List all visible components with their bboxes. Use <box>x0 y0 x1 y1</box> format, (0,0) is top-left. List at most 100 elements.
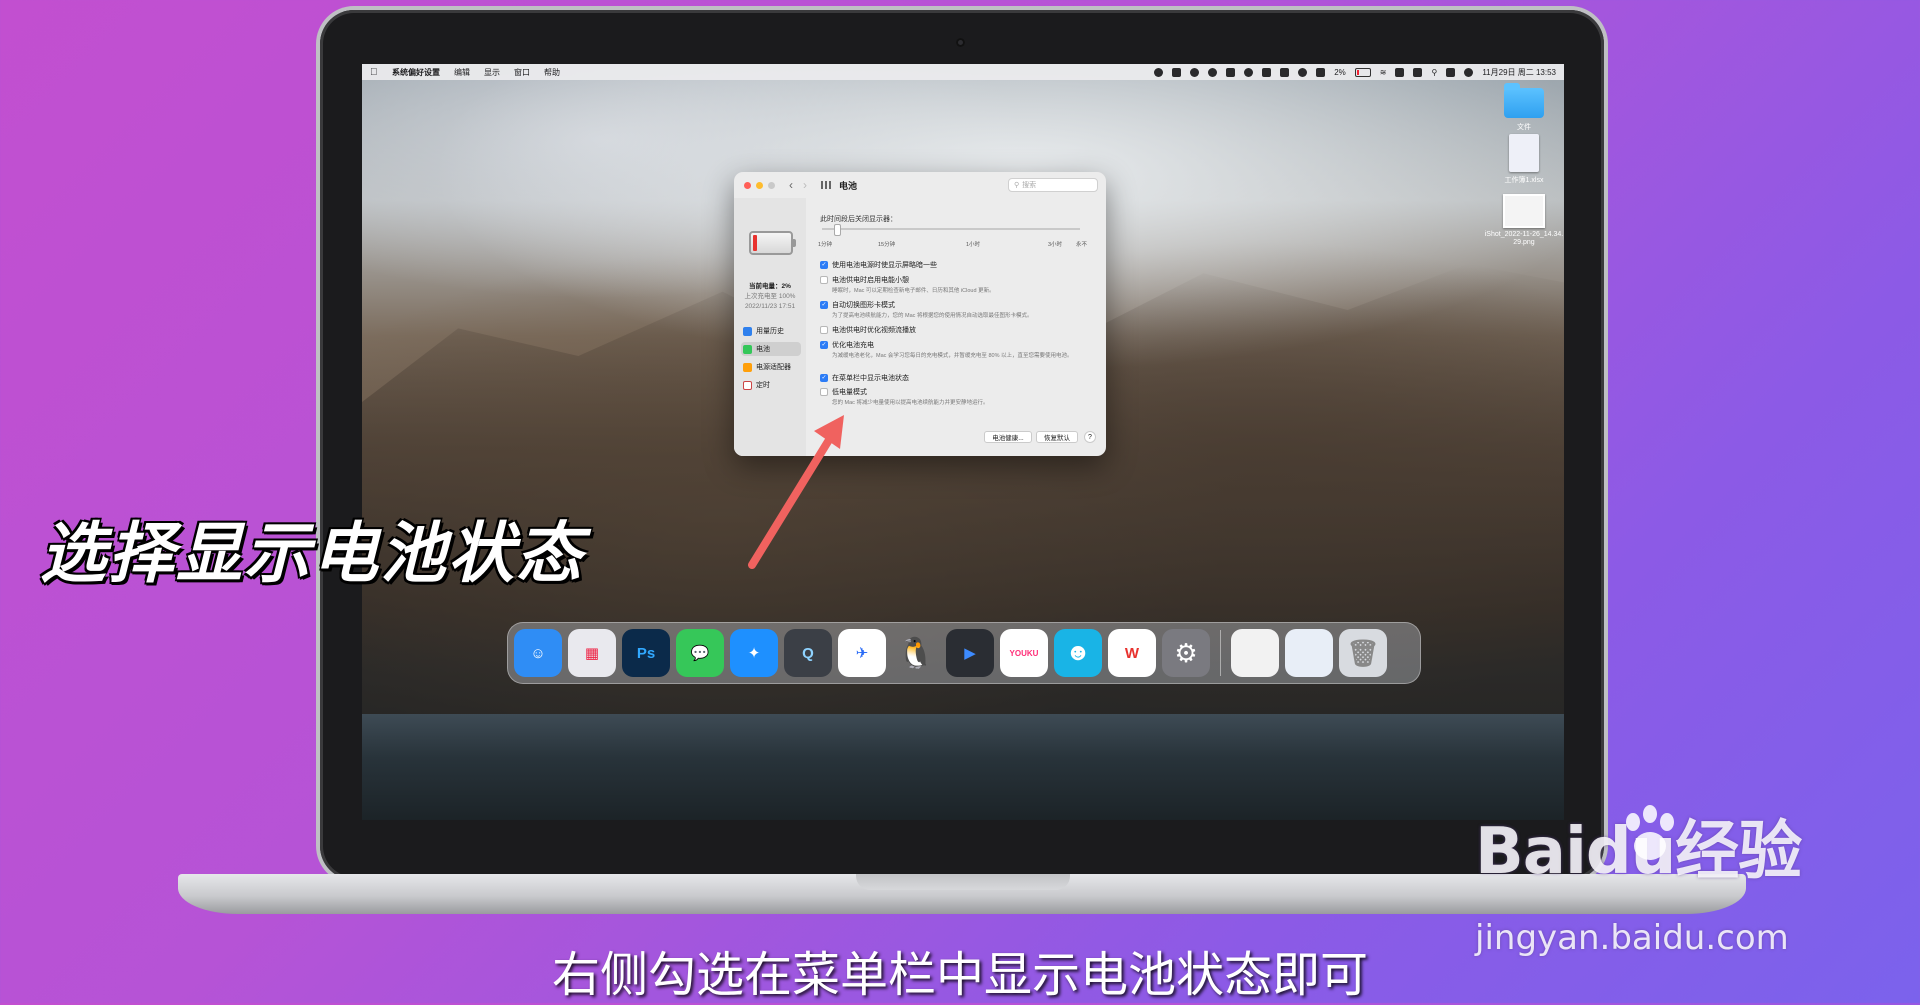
option-optimized-charging[interactable]: ✓ 优化电池充电 为减缓电池老化，Mac 会学习您每日的充电模式，并暂缓充电至 8… <box>820 340 1092 360</box>
arrow-shaft <box>748 431 836 569</box>
status-area: 2% ≋ ⚲ 11月29日 周二 13:53 <box>1154 67 1556 78</box>
search-icon[interactable]: ⚲ <box>1431 68 1437 77</box>
menu-window[interactable]: 窗口 <box>514 67 530 78</box>
control-center-icon[interactable] <box>1446 67 1456 77</box>
battery-health-button[interactable]: 电池健康... <box>984 431 1032 443</box>
wechat-icon[interactable] <box>1172 67 1182 77</box>
vpn-icon[interactable] <box>1244 67 1254 77</box>
wifi-icon[interactable]: ≋ <box>1380 68 1387 77</box>
back-arrow-icon[interactable]: ‹ <box>789 178 793 192</box>
notice-icon[interactable] <box>1262 67 1272 77</box>
user-icon[interactable] <box>1298 67 1308 77</box>
desktop-icon-label: iShot_2022-11-26_14.34.29.png <box>1484 231 1564 246</box>
desktop-icon-folder[interactable]: 文件 <box>1494 78 1554 132</box>
desktop-icon-label: 文件 <box>1517 124 1531 131</box>
dock-system-preferences[interactable]: ⚙ <box>1162 629 1210 677</box>
option-video-streaming[interactable]: 电池供电时优化视频流播放 <box>820 325 1092 335</box>
screenshot-icon[interactable] <box>1190 67 1200 77</box>
bolt-icon[interactable] <box>1280 67 1290 77</box>
record-icon[interactable] <box>1154 67 1164 77</box>
checkbox[interactable]: ✓ <box>820 341 828 350</box>
option-description: 您的 Mac 将减少电量使用以提高电池续航能力并更安静地运行。 <box>832 400 989 406</box>
checkbox[interactable] <box>820 388 828 397</box>
search-field[interactable]: ⚲ 搜索 <box>1008 178 1098 192</box>
option-dim-display[interactable]: ✓ 使用电池电源时使显示屏略暗一些 <box>820 260 1092 270</box>
chart-icon <box>743 326 752 336</box>
sidebar-item-battery[interactable]: 电池 <box>741 342 801 356</box>
help-button[interactable]: ? <box>1084 431 1096 443</box>
youku-icon: YOUKU <box>1009 648 1039 658</box>
menu-clock[interactable]: 11月29日 周二 13:53 <box>1482 67 1556 78</box>
cloud-icon[interactable] <box>1226 67 1236 77</box>
menu-bar:  系统偏好设置 编辑 显示 窗口 帮助 2% ≋ ⚲ 11月29日 周二 13… <box>362 64 1564 80</box>
dock-youku[interactable]: YOUKU <box>1000 629 1048 677</box>
desktop-icon-png[interactable]: iShot_2022-11-26_14.34.29.png <box>1484 194 1564 247</box>
user-switch-icon[interactable] <box>1395 67 1405 77</box>
bolt-icon <box>743 362 752 372</box>
dock-safari[interactable]: ✦ <box>730 629 778 677</box>
battery-percent[interactable]: 2% <box>1334 68 1346 77</box>
menu-edit[interactable]: 编辑 <box>454 67 470 78</box>
sidebar-item-schedule[interactable]: 定时 <box>741 378 801 392</box>
show-all-grid-icon[interactable] <box>821 181 831 189</box>
input-method-icon[interactable] <box>1413 67 1423 77</box>
play-icon: ▶ <box>964 645 976 662</box>
restore-defaults-button[interactable]: 恢复默认 <box>1036 431 1078 443</box>
siri-icon[interactable] <box>1464 67 1474 77</box>
checkbox[interactable] <box>820 326 828 335</box>
dock-recent-window-1[interactable] <box>1231 629 1279 677</box>
option-label: 低电量模式 <box>832 389 867 396</box>
display-off-slider-track[interactable] <box>822 228 1080 230</box>
dock-mascot-app[interactable]: ☻ <box>1054 629 1102 677</box>
menu-view[interactable]: 显示 <box>484 67 500 78</box>
forward-arrow-icon[interactable]: › <box>803 178 807 192</box>
launchpad-icon: ▦ <box>584 645 600 662</box>
option-power-nap[interactable]: 电池供电时启用电能小憩 睡眠时，Mac 可以定期检查新电子邮件、日历和其他 iC… <box>820 275 1092 295</box>
display-off-slider-knob[interactable] <box>834 224 841 236</box>
checkbox[interactable] <box>820 276 828 285</box>
dock-trash[interactable]: 🗑 <box>1339 629 1387 677</box>
mic-icon[interactable] <box>1208 67 1218 77</box>
dock-launchpad[interactable]: ▦ <box>568 629 616 677</box>
option-label: 使用电池电源时使显示屏略暗一些 <box>832 262 937 269</box>
desktop-icon-xlsx[interactable]: 工作簿1.xlsx <box>1484 134 1564 185</box>
checkbox[interactable]: ✓ <box>820 261 828 270</box>
checkbox[interactable]: ✓ <box>820 301 828 310</box>
last-charge: 上次充电至 100% <box>744 293 796 300</box>
option-graphics-switching[interactable]: ✓ 自动切换图形卡模式 为了提高电池续航能力，您的 Mac 将根据您的使用情况自动… <box>820 300 1092 320</box>
baidu-watermark: Baidu经验 jingyan.baidu.com <box>1475 800 1802 958</box>
safari-icon: ✦ <box>747 645 761 662</box>
option-label: 自动切换图形卡模式 <box>832 302 895 309</box>
dock-wps[interactable]: W <box>1108 629 1156 677</box>
qq-penguin-icon: 🐧 <box>897 636 935 670</box>
option-description: 为减缓电池老化，Mac 会学习您每日的充电模式，并暂缓充电至 80% 以上，直至… <box>832 353 1073 359</box>
bluetooth-icon[interactable] <box>1316 67 1326 77</box>
slider-tick: 1分钟 <box>818 242 833 248</box>
menu-help[interactable]: 帮助 <box>544 67 560 78</box>
document-icon <box>1509 134 1539 172</box>
overlay-title: 选择显示电池状态 <box>40 515 584 592</box>
minimize-button[interactable] <box>756 181 763 189</box>
desktop-icon-label: 工作簿1.xlsx <box>1504 177 1544 184</box>
calendar-icon <box>743 380 752 390</box>
close-button[interactable] <box>744 181 751 189</box>
sidebar-item-usage-history[interactable]: 用量历史 <box>741 324 801 338</box>
checkbox[interactable]: ✓ <box>820 374 828 383</box>
dock-messages[interactable]: 💬 <box>676 629 724 677</box>
option-show-battery-in-menubar[interactable]: ✓ 在菜单栏中显示电池状态 <box>820 373 1092 383</box>
slider-tick: 永不 <box>1076 242 1088 248</box>
zoom-button[interactable] <box>768 181 775 189</box>
dock-quicktime[interactable]: Q <box>784 629 832 677</box>
dock-finder[interactable]: ☺ <box>514 629 562 677</box>
sidebar-item-power-adapter[interactable]: 电源适配器 <box>741 360 801 374</box>
battery-icon[interactable] <box>1354 67 1371 77</box>
apple-menu-icon[interactable]:  <box>370 67 380 78</box>
dock-video-player[interactable]: ▶ <box>946 629 994 677</box>
dock-recent-window-2[interactable] <box>1285 629 1333 677</box>
menu-app-name[interactable]: 系统偏好设置 <box>392 67 440 78</box>
dock-qq[interactable]: 🐧 <box>892 629 940 677</box>
dock-feishu[interactable]: ✈ <box>838 629 886 677</box>
sidebar-item-label: 用量历史 <box>756 328 784 335</box>
dock-photoshop[interactable]: Ps <box>622 629 670 677</box>
option-low-power-mode[interactable]: 低电量模式 您的 Mac 将减少电量使用以提高电池续航能力并更安静地运行。 <box>820 387 1092 407</box>
